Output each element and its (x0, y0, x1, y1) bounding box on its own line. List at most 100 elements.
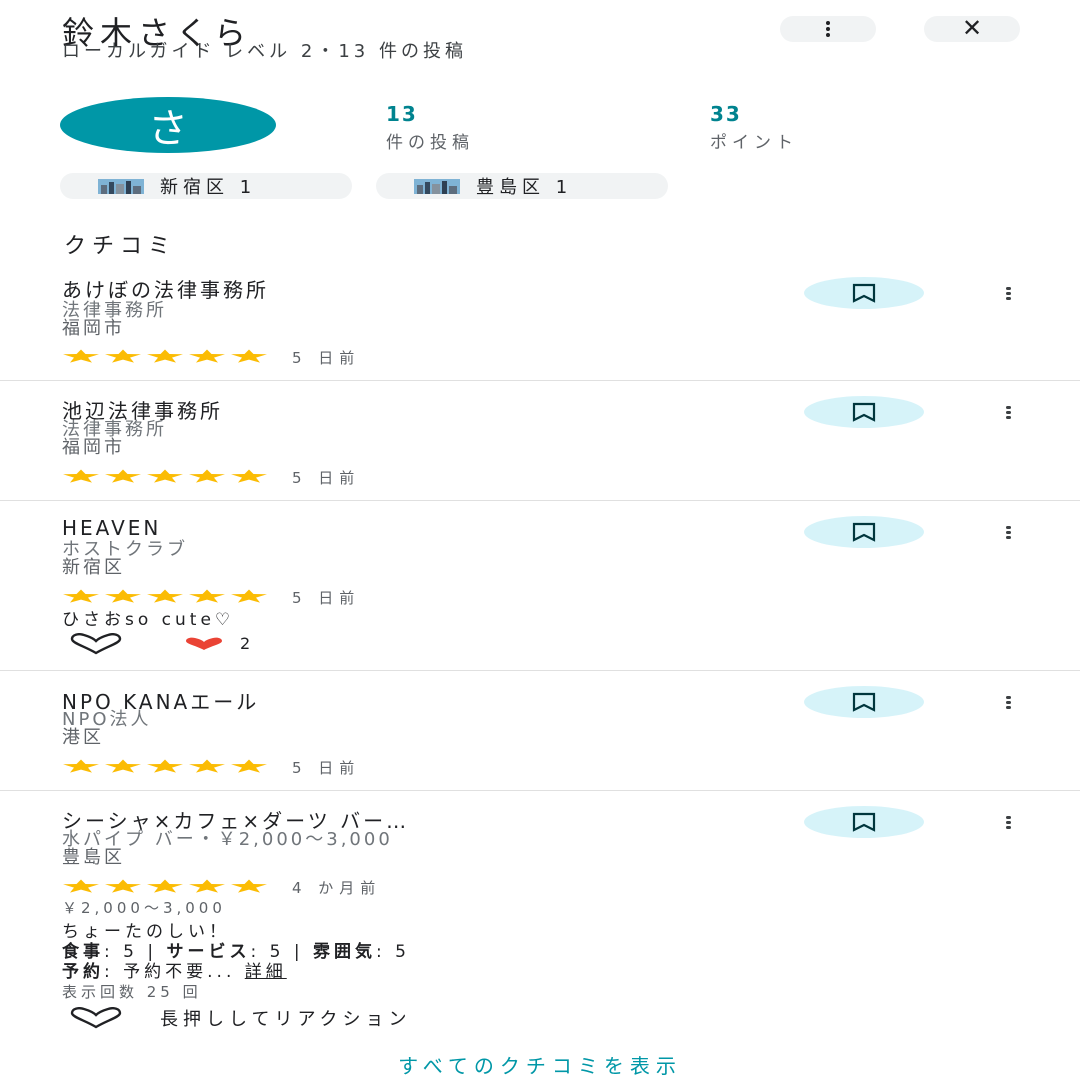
star-icon (231, 759, 267, 773)
star-icon (63, 589, 99, 603)
save-button[interactable] (804, 396, 924, 428)
rating-stars (62, 469, 268, 483)
posts-stat[interactable]: 13 件の投稿 (386, 102, 474, 153)
star-icon (231, 879, 267, 893)
react-heart-icon[interactable] (64, 1007, 128, 1029)
star-icon (231, 349, 267, 363)
more-vert-icon (1005, 525, 1011, 539)
review-more-button[interactable] (998, 812, 1018, 832)
review-date: 5 日前 (292, 349, 361, 367)
star-icon (105, 879, 141, 893)
star-icon (231, 589, 267, 603)
red-heart-icon (186, 637, 222, 650)
atmosphere-label: 雰囲気 (312, 942, 376, 962)
review-item[interactable]: 池辺法律事務所 法律事務所 福岡市 5 日前 (0, 381, 1080, 501)
avatar[interactable]: さ (60, 97, 276, 153)
area-chip-label: 豊島区 1 (476, 177, 573, 198)
place-city: 福岡市 (62, 318, 125, 339)
star-icon (189, 759, 225, 773)
place-city: 福岡市 (62, 437, 125, 458)
bookmark-icon (852, 692, 876, 712)
bookmark-icon (852, 283, 876, 303)
rating-stars (62, 349, 268, 363)
star-icon (105, 469, 141, 483)
more-options-button[interactable] (780, 16, 876, 42)
place-city: 港区 (62, 727, 104, 748)
place-city: 豊島区 (62, 847, 125, 868)
view-count: 表示回数 25 回 (62, 983, 202, 1001)
star-icon (147, 589, 183, 603)
more-vert-icon (1005, 695, 1011, 709)
place-city: 新宿区 (62, 557, 125, 578)
review-more-button[interactable] (998, 283, 1018, 303)
save-button[interactable] (804, 516, 924, 548)
bookmark-icon (852, 812, 876, 832)
review-text: ひさおso cute♡ (62, 610, 235, 630)
reviews-section-title: クチコミ (64, 234, 177, 259)
bookmark-icon (852, 402, 876, 422)
points-count: 33 (710, 102, 742, 126)
star-icon (105, 349, 141, 363)
posts-count: 13 (386, 102, 418, 126)
star-icon (189, 349, 225, 363)
close-icon: ✕ (961, 15, 983, 42)
save-button[interactable] (804, 686, 924, 718)
more-vert-icon (1005, 815, 1011, 829)
react-heart-icon[interactable] (64, 633, 128, 655)
reservation-label: 予約 (62, 962, 104, 982)
close-button[interactable]: ✕ (924, 16, 1020, 42)
star-icon (63, 759, 99, 773)
star-icon (63, 469, 99, 483)
star-icon (231, 469, 267, 483)
more-vert-icon (826, 21, 830, 37)
star-icon (63, 349, 99, 363)
more-vert-icon (1005, 405, 1011, 419)
save-button[interactable] (804, 277, 924, 309)
area-chip-shinjuku[interactable]: 新宿区 1 (60, 173, 352, 199)
star-icon (147, 879, 183, 893)
area-chip-label: 新宿区 1 (160, 177, 257, 198)
review-date: 5 日前 (292, 469, 361, 487)
review-date: 5 日前 (292, 759, 361, 777)
reaction-count: 2 (240, 634, 251, 653)
star-icon (63, 879, 99, 893)
star-icon (105, 759, 141, 773)
city-icon (414, 178, 460, 194)
review-item[interactable]: シーシャ×カフェ×ダーツ バー… 水パイプ バー・￥2,000〜3,000 豊島… (0, 791, 1080, 1041)
star-icon (189, 469, 225, 483)
star-icon (147, 759, 183, 773)
review-date: 4 か月前 (292, 879, 382, 897)
show-all-reviews-link[interactable]: すべてのクチコミを表示 (0, 1050, 1080, 1079)
rating-stars (62, 759, 268, 773)
star-icon (189, 879, 225, 893)
review-more-button[interactable] (998, 692, 1018, 712)
reaction-summary[interactable]: 2 (184, 634, 250, 653)
star-icon (147, 349, 183, 363)
city-icon (98, 178, 144, 194)
star-icon (105, 589, 141, 603)
user-level-subtitle: ローカルガイド レベル 2・13 件の投稿 (62, 41, 467, 62)
points-label: ポイント (710, 133, 798, 153)
review-item[interactable]: HEAVEN ホストクラブ 新宿区 5 日前 ひさおso cute♡ 2 (0, 501, 1080, 671)
bookmark-icon (852, 522, 876, 542)
reservation-info: 予約: 予約不要... 詳細 (62, 957, 287, 982)
star-icon (147, 469, 183, 483)
review-item[interactable]: NPO KANAエール NPO法人 港区 5 日前 (0, 671, 1080, 791)
rating-stars (62, 589, 268, 603)
review-item[interactable]: あけぼの法律事務所 法律事務所 福岡市 5 日前 (0, 260, 1080, 381)
points-stat[interactable]: 33 ポイント (710, 102, 798, 153)
atmosphere-value: : 5 (375, 942, 410, 962)
review-more-button[interactable] (998, 522, 1018, 542)
rating-stars (62, 879, 268, 893)
reservation-value: : 予約不要... (104, 962, 245, 982)
review-date: 5 日前 (292, 589, 361, 607)
more-vert-icon (1005, 286, 1011, 300)
posts-label: 件の投稿 (386, 133, 474, 153)
star-icon (189, 589, 225, 603)
area-chip-toshima[interactable]: 豊島区 1 (376, 173, 668, 199)
save-button[interactable] (804, 806, 924, 838)
profile-header: 鈴木さくら ローカルガイド レベル 2・13 件の投稿 ✕ (0, 0, 1080, 90)
review-more-button[interactable] (998, 402, 1018, 422)
details-link[interactable]: 詳細 (245, 962, 287, 982)
long-press-hint: 長押ししてリアクション (160, 1009, 412, 1030)
